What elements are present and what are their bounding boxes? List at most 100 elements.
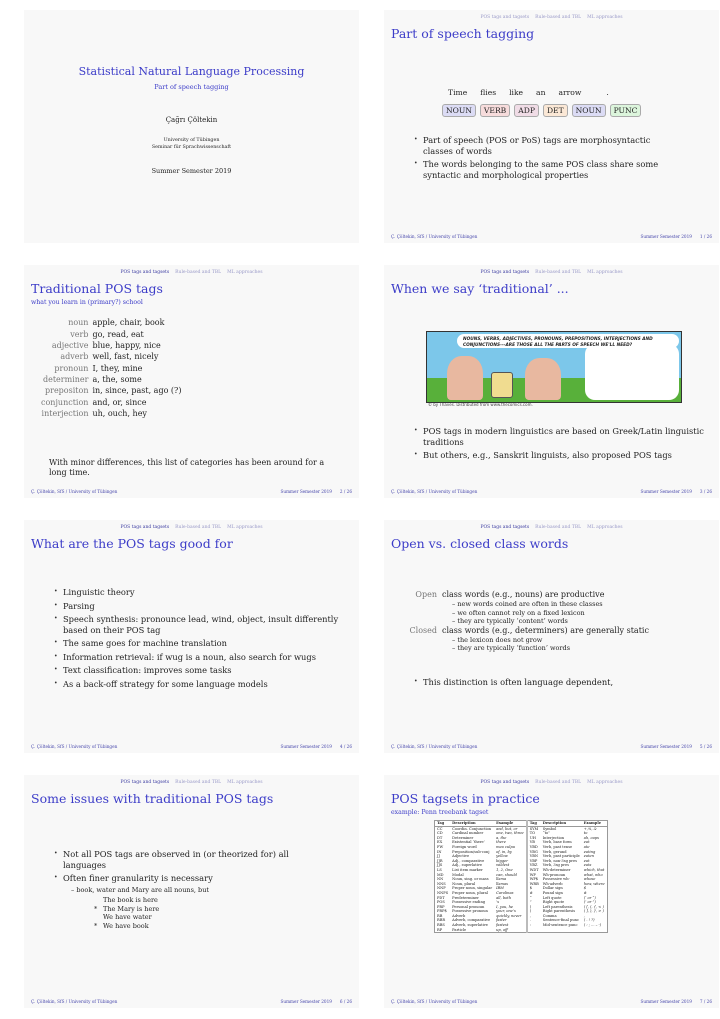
category-examples: blue, happy, nice <box>92 340 161 350</box>
bullet: POS tags in modern linguistics are based… <box>414 426 704 447</box>
comic-credit: © by Thaves. Distributed from www.thecom… <box>428 402 533 407</box>
nav-item[interactable]: ML approaches <box>227 525 262 530</box>
slide-3: POS tags and tagsets Rule-based and TBL ML… <box>384 265 719 498</box>
category-examples: go, read, eat <box>92 329 144 339</box>
word: Time <box>448 88 468 97</box>
nav-item[interactable]: ML approaches <box>587 780 622 785</box>
category-name: pronoun <box>54 363 89 373</box>
nav-item[interactable]: Rule-based and TBL <box>175 780 221 785</box>
slide-1: POS tags and tagsets Rule-based and TBL ML… <box>384 10 719 243</box>
nav-item[interactable]: Rule-based and TBL <box>175 525 221 530</box>
section-nav: POS tags and tagsets Rule-based and TBL ML… <box>384 780 719 785</box>
pos-tag: NOUN <box>571 104 606 117</box>
footer-semester: Summer Semester 2019 <box>640 744 692 749</box>
sub-item: – we often cannot rely on a fixed lexico… <box>452 608 585 617</box>
bullet: But others, e.g., Sanskrit linguists, al… <box>414 450 704 461</box>
word: flies <box>480 88 497 97</box>
nav-item[interactable]: POS tags and tagsets <box>120 780 169 785</box>
nav-item[interactable]: POS tags and tagsets <box>480 525 529 530</box>
nav-item[interactable]: Rule-based and TBL <box>535 780 581 785</box>
nav-item[interactable]: Rule-based and TBL <box>175 270 221 275</box>
category-row: noun apple, chair, book <box>39 317 183 328</box>
slide-6: POS tags and tagsets Rule-based and TBL ML… <box>24 775 359 1008</box>
category-examples: apple, chair, book <box>92 318 165 328</box>
note: With minor differences, this list of cat… <box>49 458 325 477</box>
word: like <box>509 88 524 97</box>
institution-2: Seminar für Sprachwissenschaft <box>151 145 232 150</box>
sub-item: – book, water and Mary are all nouns, bu… <box>71 886 210 894</box>
author: Çağrı Çöltekin <box>165 116 218 124</box>
slide-title: What are the POS tags good for <box>31 536 233 551</box>
nav-item[interactable]: POS tags and tagsets <box>480 780 529 785</box>
nav-item[interactable]: POS tags and tagsets <box>120 270 169 275</box>
bullet-list: Linguistic theory Parsing Speech synthes… <box>54 587 344 692</box>
closed-definition: class words (e.g., determiners) are gene… <box>442 625 649 635</box>
pos-tag: DET <box>542 104 568 117</box>
nav-item[interactable]: Rule-based and TBL <box>535 15 581 20</box>
deck-subtitle: Part of speech tagging <box>154 83 229 91</box>
nav-item[interactable]: ML approaches <box>587 15 622 20</box>
word: arrow <box>558 88 582 97</box>
category-examples: and, or, since <box>92 397 147 407</box>
sub-item: – new words coined are often in these cl… <box>452 600 603 608</box>
footer-semester: Summer Semester 2019 <box>280 489 332 494</box>
nav-item[interactable]: POS tags and tagsets <box>120 525 169 530</box>
footer-author: Ç. Çöltekin, SfS / University of Tübinge… <box>391 999 478 1004</box>
comic-caption: NOUNS, VERBS, ADJECTIVES, PRONOUNS, PREP… <box>463 337 653 348</box>
description: Proper noun, plural <box>452 890 488 895</box>
nav-item[interactable]: ML approaches <box>227 780 262 785</box>
section-nav: POS tags and tagsets Rule-based and TBL ML… <box>384 270 719 275</box>
footer: Ç. Çöltekin, SfS / University of Tübinge… <box>391 744 712 749</box>
date: Summer Semester 2019 <box>151 167 232 175</box>
footer-author: Ç. Çöltekin, SfS / University of Tübinge… <box>31 999 118 1004</box>
example-line: * The Mary is here <box>94 904 160 913</box>
nav-item[interactable]: ML approaches <box>587 270 622 275</box>
nav-item[interactable]: POS tags and tagsets <box>480 15 529 20</box>
section-nav: POS tags and tagsets Rule-based and TBL ML… <box>24 780 359 785</box>
nav-item[interactable]: ML approaches <box>227 270 262 275</box>
slide-7: POS tags and tagsets Rule-based and TBL ML… <box>384 775 719 1008</box>
nav-item[interactable]: ML approaches <box>587 525 622 530</box>
category-examples: uh, ouch, hey <box>92 409 147 419</box>
slide-2: POS tags and tagsets Rule-based and TBL ML… <box>24 265 359 498</box>
slide-title: Open vs. closed class words <box>391 536 569 551</box>
footer: Ç. Çöltekin, SfS / University of Tübinge… <box>31 489 352 494</box>
footer: Ç. Çöltekin, SfS / University of Tübinge… <box>31 999 352 1004</box>
description: Particle <box>452 927 467 932</box>
page-number: 1 / 26 <box>699 234 712 239</box>
slide-title: POS tagsets in practice <box>391 791 540 806</box>
bullet-list: This distinction is often language depen… <box>414 677 694 691</box>
nav-item[interactable]: POS tags and tagsets <box>480 270 529 275</box>
section-nav: POS tags and tagsets Rule-based and TBL ML… <box>24 525 359 530</box>
category-row: pronoun I, they, mine <box>39 363 183 374</box>
slide-title: Statistical Natural Language Processing … <box>24 10 359 243</box>
slide-title: Traditional POS tags <box>31 281 163 296</box>
sub-item: – they are typically ‘function’ words <box>452 644 571 652</box>
example-line: The book is here <box>103 896 158 904</box>
footer: Ç. Çöltekin, SfS / University of Tübinge… <box>31 744 352 749</box>
nav-item[interactable]: Rule-based and TBL <box>535 525 581 530</box>
bullet: Linguistic theory <box>54 587 344 598</box>
pos-category-table: noun apple, chair, book verb go, read, eat a… <box>39 317 183 419</box>
bullet: Text classification: improves some tasks <box>54 665 344 676</box>
pos-tag: VERB <box>479 104 511 117</box>
footer: Ç. Çöltekin, SfS / University of Tübinge… <box>391 999 712 1004</box>
category-row: prepositon in, since, past, ago (?) <box>39 385 183 396</box>
section-nav: POS tags and tagsets Rule-based and TBL ML… <box>384 15 719 20</box>
word: . <box>606 88 609 97</box>
category-name: interjection <box>41 409 89 419</box>
footer-semester: Summer Semester 2019 <box>640 999 692 1004</box>
category-examples: I, they, mine <box>92 363 143 373</box>
section-nav: POS tags and tagsets Rule-based and TBL ML… <box>24 270 359 275</box>
footer-semester: Summer Semester 2019 <box>640 234 692 239</box>
nav-item[interactable]: Rule-based and TBL <box>535 270 581 275</box>
category-row: adjective blue, happy, nice <box>39 340 183 351</box>
pos-tag: PUNC <box>609 104 642 117</box>
footer-semester: Summer Semester 2019 <box>280 999 332 1004</box>
description: Mid-sentence punc <box>542 923 578 928</box>
slide-title: Some issues with traditional POS tags <box>31 791 274 806</box>
footer-author: Ç. Çöltekin, SfS / University of Tübinge… <box>391 489 478 494</box>
category-row: conjunction and, or, since <box>39 397 183 408</box>
sub-item: – the lexicon does not grow <box>452 635 543 644</box>
page-number: 4 / 26 <box>339 744 352 749</box>
